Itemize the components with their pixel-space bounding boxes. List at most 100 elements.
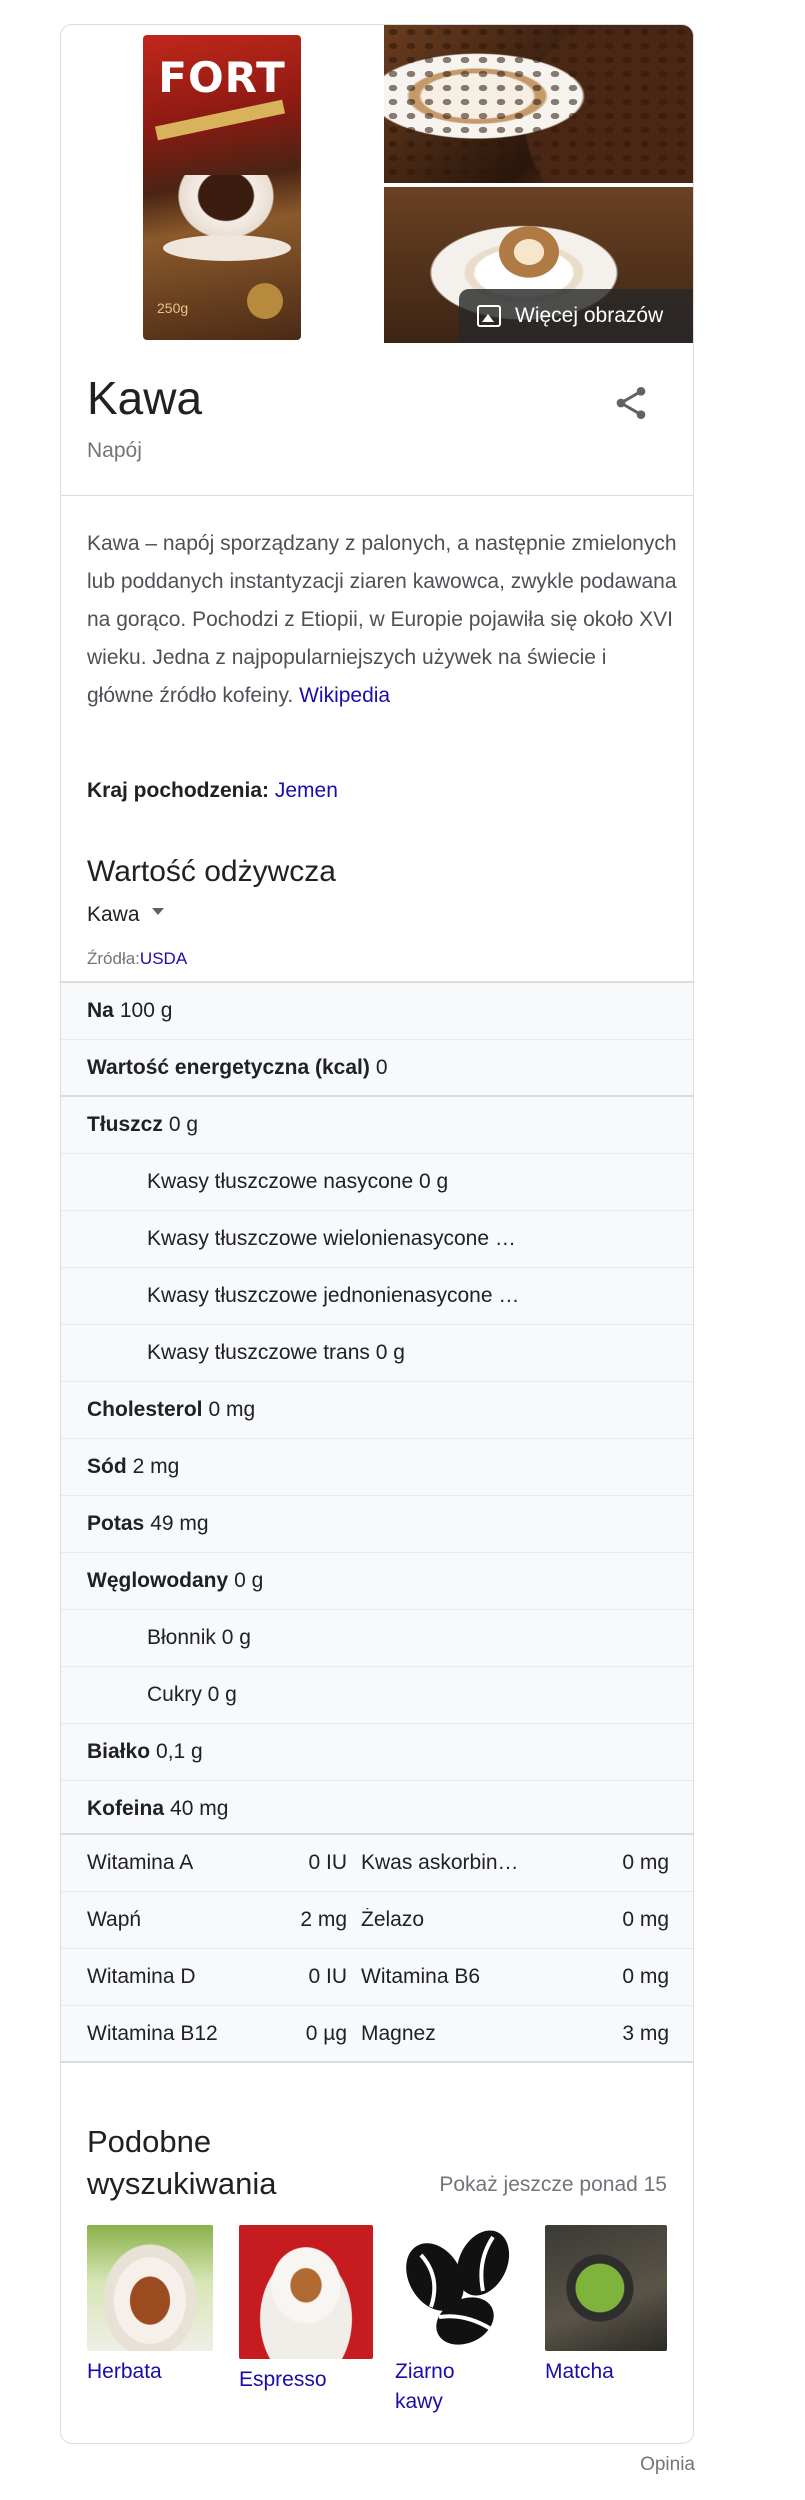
related-item-matcha[interactable]: Matcha [545,2225,675,2387]
nutrient-label: Kofeina [87,1797,165,1820]
food-selector[interactable]: Kawa [87,903,164,927]
nutrient-value: 0 g [234,1569,264,1592]
vitamin-name: Witamina B12 [87,2021,218,2045]
coffee-package-image[interactable]: FORT 250g [143,35,301,340]
nutrition-row-potassium: Potas 49 mg [61,1496,693,1553]
nutrient-value: 100 g [119,999,173,1022]
vitamin-row: Wapń 2 mg Żelazo 0 mg [61,1892,693,1949]
related-item-herbata[interactable]: Herbata [87,2225,217,2387]
nutrient-value: Błonnik 0 g [147,1626,251,1649]
nutrient-value: 0 [375,1055,388,1079]
usda-link[interactable]: USDA [140,949,187,968]
origin-row: Kraj pochodzenia: Jemen [87,779,338,803]
related-thumbnail[interactable] [239,2225,373,2359]
nutrient-value: 40 mg [170,1797,229,1820]
related-thumbnail[interactable] [87,2225,213,2351]
show-more-link[interactable]: Pokaż jeszcze ponad 15 [439,2173,667,2197]
related-item-ziarno-kawy[interactable]: Ziarno kawy [395,2225,525,2417]
image-icon [477,305,501,327]
main-image[interactable]: FORT 250g [61,25,381,343]
related-item-label[interactable]: Espresso [239,2365,369,2395]
origin-link[interactable]: Jemen [275,779,338,802]
vitamin-cell: Wapń 2 mg [61,1908,361,1932]
vitamin-value: 0 IU [308,1851,347,1874]
nutrition-row-serving: Na 100 g [61,983,693,1040]
nutrition-row-carbs: Węglowodany 0 g [61,1553,693,1610]
related-item-espresso[interactable]: Espresso [239,2225,373,2395]
nutrition-sources: Źródła:USDA [87,949,187,969]
nutrient-label: Na [87,999,114,1022]
related-thumbnail[interactable] [395,2225,521,2351]
nutrient-label: Białko [87,1740,151,1763]
related-item-label[interactable]: Ziarno kawy [395,2357,485,2417]
package-seal [247,283,283,319]
nutrient-value: Kwasy tłuszczowe wielonienasycone … [147,1227,516,1250]
more-images-label: Więcej obrazów [515,304,664,327]
beans-texture [384,25,693,183]
vitamin-name: Żelazo [361,1908,425,1931]
vitamin-cell: Witamina A 0 IU [61,1851,361,1875]
nutrient-value: Kwasy tłuszczowe nasycone 0 g [147,1170,449,1193]
more-images-button[interactable]: Więcej obrazów [459,289,693,343]
related-thumbnail[interactable] [545,2225,667,2351]
knowledge-panel: FORT 250g Więcej obrazów Kawa Napój Kawa… [60,24,694,2444]
vitamin-cell: Kwas askorbin… 0 mg [361,1851,693,1875]
vitamin-row: Witamina B12 0 µg Magnez 3 mg [61,2006,693,2063]
vitamin-value: 0 mg [622,1851,669,1874]
nutrient-value: 0,1 g [156,1740,203,1763]
feedback-link[interactable]: Opinia [640,2454,695,2476]
image-grid: FORT 250g Więcej obrazów [61,25,693,343]
vitamin-cell: Żelazo 0 mg [361,1908,693,1932]
package-brand: FORT [158,53,286,102]
wikipedia-link[interactable]: Wikipedia [299,684,390,707]
nutrient-label: Tłuszcz [87,1113,163,1136]
vitamin-row: Witamina A 0 IU Kwas askorbin… 0 mg [61,1835,693,1892]
nutrition-row-monounsaturated-fat: Kwasy tłuszczowe jednonienasycone … [61,1268,693,1325]
latte-art-image[interactable]: Więcej obrazów [384,187,693,343]
nutrition-row-trans-fat: Kwasy tłuszczowe trans 0 g [61,1325,693,1382]
vitamin-cell: Witamina D 0 IU [61,1965,361,1989]
description: Kawa – napój sporządzany z palonych, a n… [87,525,677,715]
nutrition-row-saturated-fat: Kwasy tłuszczowe nasycone 0 g [61,1154,693,1211]
nutrition-row-cholesterol: Cholesterol 0 mg [61,1382,693,1439]
share-icon [616,387,646,419]
nutrient-value: 0 mg [208,1398,256,1421]
vitamin-value: 0 µg [305,2021,347,2045]
vitamin-row: Witamina D 0 IU Witamina B6 0 mg [61,1949,693,2006]
nutrient-label: Sód [87,1455,127,1478]
vitamin-name: Magnez [361,2021,436,2045]
origin-label: Kraj pochodzenia: [87,779,270,802]
nutrient-value: 49 mg [150,1512,209,1535]
coffee-cup-beans-image[interactable] [384,25,693,183]
nutrition-table: Na 100 g Wartość energetyczna (kcal) 0 Tłu… [61,981,693,1838]
nutrient-label: Cholesterol [87,1398,203,1421]
nutrition-row-fat: Tłuszcz 0 g [61,1097,693,1154]
vitamin-cell: Witamina B12 0 µg [61,2022,361,2046]
vitamin-value: 3 mg [622,2021,669,2045]
entity-title: Kawa [87,372,203,424]
nutrition-title: Wartość odżywcza [87,855,336,888]
vitamin-value: 2 mg [300,1908,347,1931]
nutrition-row-sodium: Sód 2 mg [61,1439,693,1496]
vitamin-cell: Witamina B6 0 mg [361,1965,693,1989]
nutrition-row-protein: Białko 0,1 g [61,1724,693,1781]
sources-label: Źródła: [87,949,140,968]
nutrition-row-fiber: Błonnik 0 g [61,1610,693,1667]
related-item-label[interactable]: Matcha [545,2357,675,2387]
nutrient-label: Wartość energetyczna (kcal) [87,1055,370,1079]
vitamin-name: Witamina B6 [361,1965,481,1988]
vitamin-value: 0 mg [622,1965,669,1988]
vitamin-value: 0 IU [308,1965,347,1988]
vitamin-name: Witamina A [87,1851,194,1874]
share-button[interactable] [611,383,651,423]
related-item-label[interactable]: Herbata [87,2357,217,2387]
vitamin-name: Wapń [87,1908,142,1931]
nutrient-value: 2 mg [132,1455,180,1478]
related-searches-title: Podobne wyszukiwania [87,2124,277,2201]
nutrition-row-polyunsaturated-fat: Kwasy tłuszczowe wielonienasycone … [61,1211,693,1268]
nutrient-label: Potas [87,1512,145,1535]
nutrient-value: Kwasy tłuszczowe trans 0 g [147,1341,405,1364]
nutrition-row-caffeine: Kofeina 40 mg [61,1781,693,1838]
food-selector-value: Kawa [87,903,140,926]
vitamin-name: Kwas askorbin… [361,1851,519,1874]
